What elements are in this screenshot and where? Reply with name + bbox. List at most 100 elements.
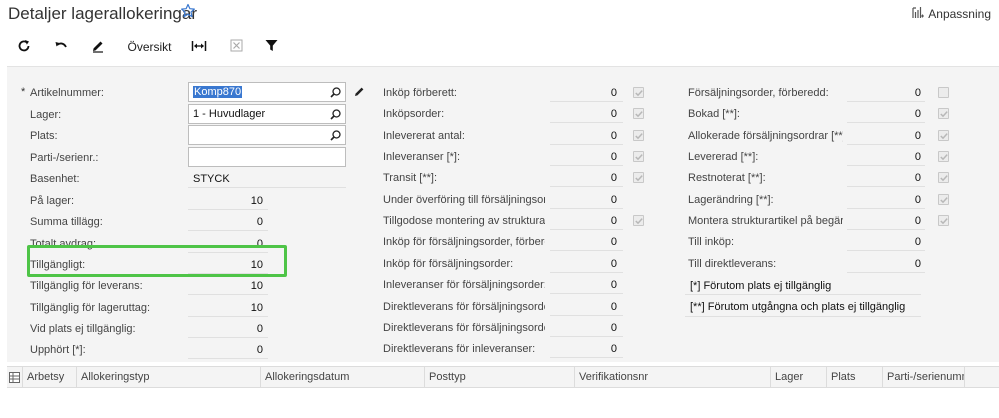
divider [188,336,268,338]
middle-row-label: Inleveranser [*]: [383,151,461,164]
legend-note-1: [*] Förutom plats ej tillgänglig [690,280,832,292]
checkbox[interactable] [633,172,644,184]
right-row-value: 0 [914,87,921,99]
customize-button[interactable]: Anpassning [912,6,991,22]
divider [847,143,925,145]
middle-row-label: Under överföring till försäljningsorder: [383,193,545,206]
grid-column-header[interactable]: Plats [827,367,883,388]
grid-column-header[interactable]: Arbetsy [23,367,77,388]
middle-row-value: 0 [610,193,617,206]
divider [847,229,925,231]
left-row-label: Tillgänglig för lageruttag: [30,301,151,314]
middle-row-label: Tillgodose montering av strukturarti... [383,215,545,228]
middle-row-value: 0 [610,215,617,228]
right-row-label: Montera strukturartikel på begäran: [688,215,843,228]
right-row-label: Allokerade försäljningsordrar [**]: [688,129,843,142]
divider [847,186,925,188]
clear-icon [230,39,243,55]
basenhet-label: Basenhet: [30,173,80,185]
checkbox[interactable] [633,215,644,227]
grid-settings-icon[interactable] [7,367,23,388]
search-icon[interactable] [327,106,343,122]
divider [550,122,623,124]
checkbox[interactable] [938,129,949,141]
left-row-label: Vid plats ej tillgänglig: [30,322,136,335]
summary-form: * Artikelnummer: Komp870 Lager: 1 - Huvu… [7,66,999,362]
divider [847,207,925,209]
overview-button[interactable]: Översikt [127,37,172,57]
checkbox[interactable] [938,215,949,227]
divider [550,207,623,209]
refresh-icon [17,39,31,56]
grid-column-header[interactable]: Allokeringstyp [77,367,261,388]
artikelnummer-value: Komp870 [193,86,243,98]
filter-button[interactable] [264,37,278,57]
middle-row-label: Direktleverans för inleveranser: [383,343,536,356]
undo-button[interactable] [53,37,69,57]
edit-button[interactable] [90,37,106,57]
middle-row-label: Inleveranser för försäljningsorder: [383,279,545,292]
left-row-value: 0 [256,322,263,335]
divider [685,294,921,295]
lager-field[interactable]: 1 - Huvudlager [188,104,346,124]
left-row-value: 10 [250,280,263,293]
checkbox[interactable] [633,151,644,163]
divider [847,271,925,273]
divider [847,101,925,102]
lager-value: 1 - Huvudlager [193,108,266,120]
grid-column-header[interactable]: Parti-/serienumm [883,367,965,388]
filter-icon [265,39,278,55]
checkbox[interactable] [633,129,644,141]
undo-icon [54,39,68,56]
divider [550,186,623,188]
clear-filter-button[interactable] [229,37,243,57]
plats-field[interactable] [188,125,346,145]
right-row-value: 0 [914,129,921,142]
right-row-value: 0 [914,172,921,185]
basenhet-value: STYCK [193,173,230,185]
left-row-label: Upphört [*]: [30,344,86,357]
grid-column-header[interactable]: Verifikationsnr [575,367,771,388]
star-icon[interactable] [180,3,196,22]
checkbox[interactable] [938,87,949,98]
refresh-button[interactable] [16,37,32,57]
checkbox[interactable] [938,151,949,163]
checkbox[interactable] [633,108,644,120]
parti-field[interactable] [188,147,346,167]
middle-row-value: 0 [610,172,617,185]
edit-item-icon[interactable] [354,86,365,100]
divider [550,229,623,231]
checkbox[interactable] [938,108,949,120]
right-row-value: 0 [914,236,921,249]
divider [550,335,623,337]
title-bar: Detaljer lagerallokeringar Anpassning [0,0,999,30]
artikelnummer-field[interactable]: Komp870 [188,82,346,102]
middle-row-value: 0 [610,236,617,249]
divider [550,250,623,252]
search-icon[interactable] [327,84,343,100]
fit-columns-button[interactable] [191,37,207,57]
allocations-grid-body [7,389,999,418]
checkbox[interactable] [633,87,644,98]
middle-row-label: Inköpsorder: [383,108,445,121]
right-row-label: Restnoterat [**]: [688,172,766,185]
right-row-value: 0 [914,257,921,270]
required-marker: * [21,86,26,98]
grid-column-header[interactable]: Allokeringsdatum [261,367,425,388]
plats-label: Plats: [30,130,58,142]
checkbox[interactable] [938,193,949,205]
checkbox[interactable] [938,172,949,184]
middle-row-value: 0 [610,129,617,142]
grid-column-header[interactable]: Posttyp [425,367,575,388]
middle-row-value: 0 [610,87,617,99]
middle-row-label: Inköp för försäljningsorder, förberedd: [383,236,545,249]
artikelnummer-label: Artikelnummer: [30,87,104,99]
page-title: Detaljer lagerallokeringar [8,4,197,23]
pencil-icon [91,39,105,56]
search-icon[interactable] [327,127,343,143]
left-row-value: 0 [256,344,263,357]
grid-column-header[interactable]: Lager [771,367,827,388]
middle-row-label: Direktleverans för försäljningsorder: [383,321,545,334]
left-row-label: Tillgänglig för leverans: [30,280,143,293]
divider [188,315,268,317]
